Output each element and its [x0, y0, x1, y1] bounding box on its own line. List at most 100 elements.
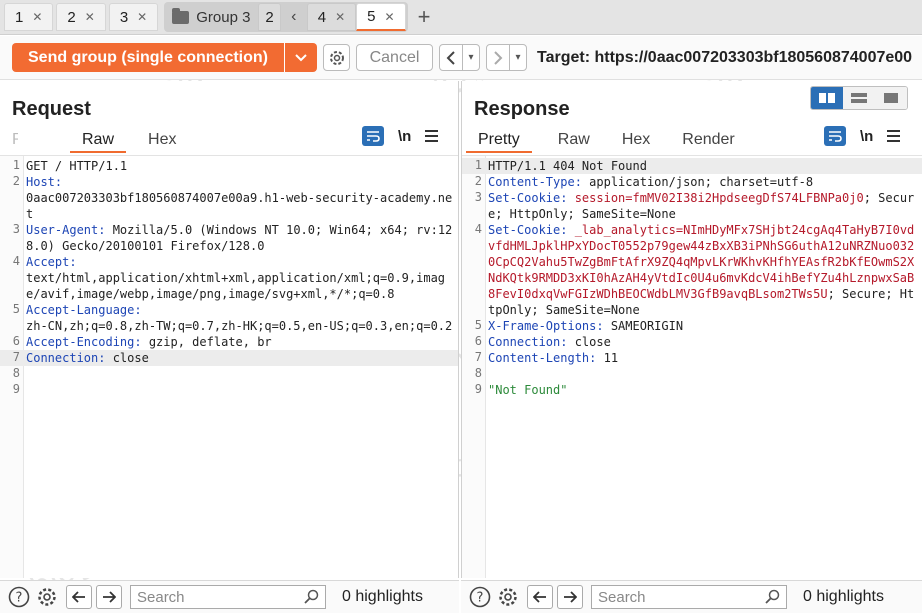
- search-input[interactable]: Search: [130, 585, 326, 609]
- newline-icon[interactable]: \n: [398, 128, 411, 145]
- close-icon[interactable]: ✕: [385, 10, 395, 24]
- response-panel: Response Pretty Raw Hex Render \n 1 HTTP/…: [461, 81, 922, 578]
- svg-text:?: ?: [477, 591, 484, 606]
- newline-icon[interactable]: \n: [860, 128, 873, 145]
- line-text: X-Frame-Options: SAMEORIGIN: [488, 318, 918, 334]
- request-footer: ? Search 0 highlights: [0, 580, 459, 613]
- line-number: 3: [12, 222, 20, 236]
- search-placeholder: Search: [137, 588, 185, 606]
- close-icon[interactable]: ✕: [137, 10, 147, 24]
- close-icon[interactable]: ✕: [85, 10, 95, 24]
- new-tab-icon[interactable]: +: [418, 4, 431, 30]
- request-panel: Request Pretty Raw Hex \n 1 GET / HTTP/1.…: [0, 81, 459, 578]
- tab-raw[interactable]: Raw: [546, 129, 602, 153]
- chevron-down-icon[interactable]: ▾: [462, 45, 479, 70]
- gear-icon[interactable]: [34, 584, 60, 610]
- header-key: Accept-Language:: [26, 303, 142, 317]
- line-text: Set-Cookie: session=fmMV02I38i2HpdseegDf…: [488, 190, 918, 222]
- line-text: Connection: close: [488, 334, 918, 350]
- tab-hex[interactable]: Hex: [136, 129, 188, 153]
- line-number: 1: [12, 158, 20, 172]
- group-tab-2[interactable]: 2: [258, 3, 281, 31]
- header-value: SAMEORIGIN: [603, 319, 684, 333]
- split-vertical-icon[interactable]: [843, 87, 875, 109]
- history-forward[interactable]: ▾: [486, 44, 527, 71]
- tab-label: 2: [67, 8, 76, 26]
- tab-pretty[interactable]: Pretty: [466, 129, 532, 153]
- request-line: 3 User-Agent: Mozilla/5.0 (Windows NT 10.…: [0, 222, 458, 254]
- header-value: close: [105, 351, 149, 365]
- header-value: close: [567, 335, 611, 349]
- single-pane-icon[interactable]: [875, 87, 907, 109]
- header-value: application/json; charset=utf-8: [581, 175, 814, 189]
- send-group-button[interactable]: Send group (single connection): [12, 43, 317, 72]
- line-text: Accept: text/html,application/xhtml+xml,…: [26, 254, 454, 302]
- line-number: 2: [12, 174, 20, 188]
- close-icon[interactable]: ✕: [32, 10, 42, 24]
- group-label[interactable]: Group 3: [164, 7, 258, 26]
- header-key: Set-Cookie:: [488, 191, 568, 205]
- tab-group: Group 3 2 ‹ 4 ✕ 5 ✕: [164, 2, 408, 32]
- line-number: 7: [12, 350, 20, 364]
- history-back[interactable]: ▾: [439, 44, 480, 71]
- folder-icon: [172, 7, 190, 24]
- word-wrap-icon[interactable]: [362, 126, 384, 146]
- tab-pretty[interactable]: Pretty: [4, 129, 18, 153]
- group-tab-4[interactable]: 4 ✕: [306, 3, 357, 31]
- header-key: Connection:: [26, 351, 106, 365]
- chevron-down-icon[interactable]: ▾: [509, 45, 526, 70]
- line-number: 8: [12, 366, 20, 380]
- search-icon: [304, 589, 319, 604]
- line-number: 8: [474, 366, 482, 380]
- arrow-left-icon[interactable]: [66, 585, 92, 609]
- response-line: 2 Content-Type: application/json; charset…: [462, 174, 922, 190]
- tab-render[interactable]: Render: [670, 129, 746, 153]
- tab-bar: 1 ✕ 2 ✕ 3 ✕ Group 3 2 ‹ 4 ✕ 5 ✕ +: [0, 0, 922, 35]
- tab-3[interactable]: 3 ✕: [108, 3, 159, 31]
- search-icon: [765, 589, 780, 604]
- cancel-button[interactable]: Cancel: [356, 44, 433, 71]
- line-number: 9: [474, 382, 482, 396]
- response-editor[interactable]: 1 HTTP/1.1 404 Not Found 2 Content-Type: a…: [462, 155, 922, 578]
- response-line: 7 Content-Length: 11: [462, 350, 922, 366]
- arrow-right-icon[interactable]: [487, 45, 509, 70]
- chevron-down-icon[interactable]: [285, 43, 317, 72]
- group-tab-5[interactable]: 5 ✕: [356, 3, 406, 31]
- word-wrap-icon[interactable]: [824, 126, 846, 146]
- arrow-left-icon[interactable]: [527, 585, 553, 609]
- arrow-left-icon[interactable]: [440, 45, 462, 70]
- search-input[interactable]: Search: [591, 585, 787, 609]
- tab-hex[interactable]: Hex: [610, 129, 662, 153]
- gear-icon[interactable]: [495, 584, 521, 610]
- line-number: 7: [474, 350, 482, 364]
- split-horizontal-icon[interactable]: [811, 87, 843, 109]
- chevron-left-icon[interactable]: ‹: [281, 8, 307, 26]
- response-line: 5 X-Frame-Options: SAMEORIGIN: [462, 318, 922, 334]
- send-label: Send group (single connection): [12, 43, 285, 72]
- line-text: HTTP/1.1 404 Not Found: [488, 159, 647, 173]
- toolbar: Send group (single connection) Cancel ▾ …: [0, 36, 922, 80]
- menu-icon[interactable]: [887, 130, 901, 142]
- line-text: Connection: close: [26, 350, 454, 366]
- tab-1[interactable]: 1 ✕: [4, 3, 54, 31]
- highlights-count: 0 highlights: [342, 588, 423, 605]
- request-tools: \n: [362, 126, 439, 146]
- arrow-right-icon[interactable]: [96, 585, 122, 609]
- header-value: 11: [596, 351, 619, 365]
- settings-gear-button[interactable]: [323, 44, 350, 71]
- tab-2[interactable]: 2 ✕: [56, 3, 106, 31]
- header-value: text/html,application/xhtml+xml,applicat…: [26, 271, 446, 301]
- target-url: Target: https://0aac007203303bf180560874…: [537, 48, 913, 66]
- header-key: Connection:: [488, 335, 568, 349]
- response-line: 4 Set-Cookie: _lab_analytics=NImHDyMFx7SH…: [462, 222, 922, 318]
- response-line: 1 HTTP/1.1 404 Not Found: [462, 158, 922, 174]
- help-icon[interactable]: ?: [6, 584, 32, 610]
- close-icon[interactable]: ✕: [335, 10, 345, 24]
- tab-raw[interactable]: Raw: [70, 129, 127, 153]
- request-editor[interactable]: 1 GET / HTTP/1.1 2 Host: 0aac007203303bf18…: [0, 155, 458, 578]
- menu-icon[interactable]: [425, 130, 439, 142]
- request-line: 4 Accept: text/html,application/xhtml+xml…: [0, 254, 458, 302]
- tab-label: 4: [317, 8, 327, 26]
- help-icon[interactable]: ?: [467, 584, 493, 610]
- arrow-right-icon[interactable]: [557, 585, 583, 609]
